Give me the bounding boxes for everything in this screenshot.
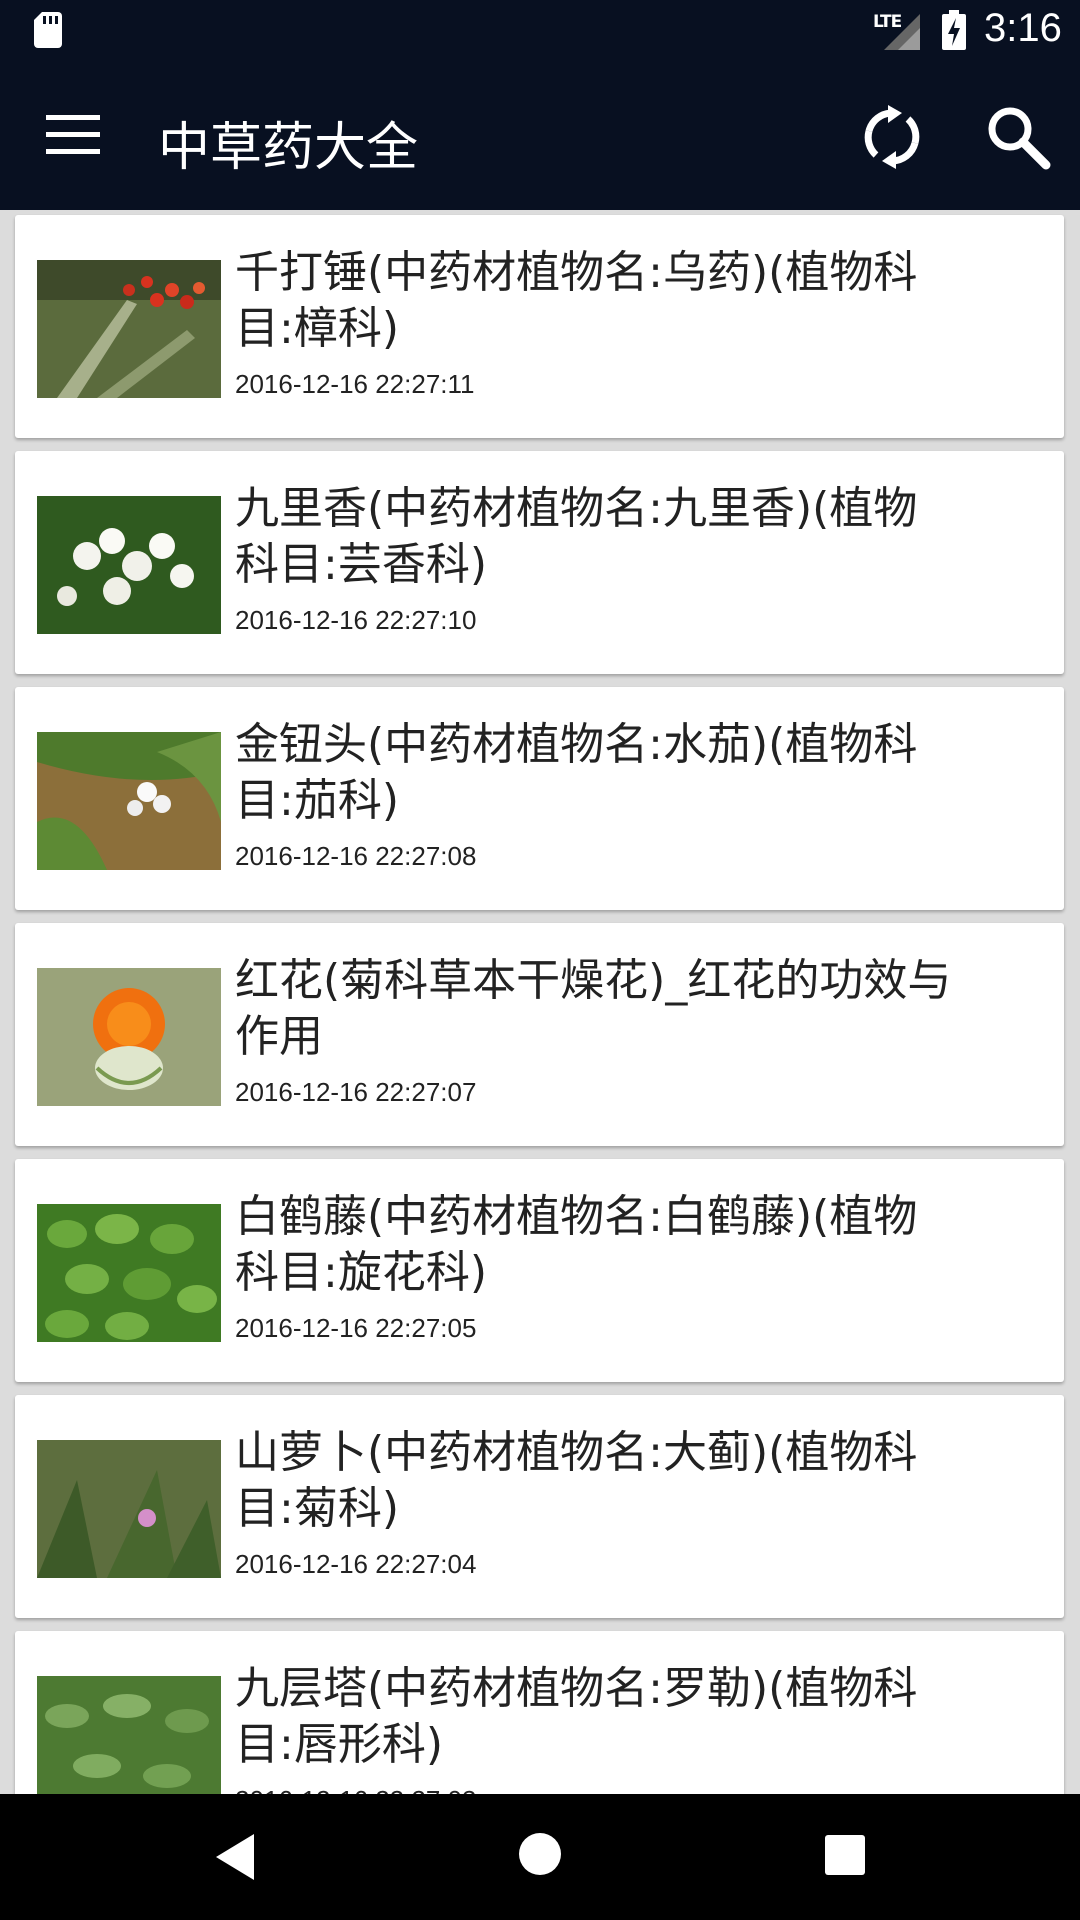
herb-thumbnail [37,1676,221,1794]
herb-thumbnail [37,496,221,634]
home-icon[interactable] [518,1832,562,1876]
herb-thumbnail [37,260,221,398]
herb-thumbnail [37,1204,221,1342]
status-clock: 3:16 [984,6,1062,50]
herb-title: 金钮头(中药材植物名:水茄)(植物科目:茄科) [235,719,918,826]
cell-signal-icon [884,14,920,50]
herb-thumbnail [37,1440,221,1578]
menu-icon[interactable] [46,115,100,155]
list-item[interactable]: 山萝卜(中药材植物名:大蓟)(植物科目:菊科) 2016-12-16 22:27… [15,1395,1064,1618]
sd-card-icon [34,12,62,48]
herb-date: 2016-12-16 22:27:04 [235,1549,477,1579]
herb-title: 千打锤(中药材植物名:乌药)(植物科目:樟科) [235,247,918,354]
app-toolbar: 中草药大全 [0,63,1080,210]
list-item[interactable]: 千打锤(中药材植物名:乌药)(植物科目:樟科) 2016-12-16 22:27… [15,215,1064,438]
herb-date: 2016-12-16 22:27:10 [235,605,477,635]
herb-date: 2016-12-16 22:27:05 [235,1313,477,1343]
list-item[interactable]: 九层塔(中药材植物名:罗勒)(植物科目:唇形科) 2016-12-16 22:2… [15,1631,1064,1794]
list-item[interactable]: 红花(菊科草本干燥花)_红花的功效与作用 2016-12-16 22:27:07 [15,923,1064,1146]
refresh-icon[interactable] [858,103,926,171]
herb-thumbnail [37,732,221,870]
herb-title: 山萝卜(中药材植物名:大蓟)(植物科目:菊科) [235,1427,918,1534]
herb-list[interactable]: 千打锤(中药材植物名:乌药)(植物科目:樟科) 2016-12-16 22:27… [0,210,1080,1794]
herb-title: 九里香(中药材植物名:九里香)(植物科目:芸香科) [235,483,918,590]
herb-title: 九层塔(中药材植物名:罗勒)(植物科目:唇形科) [235,1663,918,1770]
herb-title: 红花(菊科草本干燥花)_红花的功效与作用 [235,955,952,1062]
herb-date: 2016-12-16 22:27:07 [235,1077,477,1107]
list-item[interactable]: 九里香(中药材植物名:九里香)(植物科目:芸香科) 2016-12-16 22:… [15,451,1064,674]
herb-thumbnail [37,968,221,1106]
list-item[interactable]: 金钮头(中药材植物名:水茄)(植物科目:茄科) 2016-12-16 22:27… [15,687,1064,910]
search-icon[interactable] [984,103,1052,171]
list-item[interactable]: 白鹤藤(中药材植物名:白鹤藤)(植物科目:旋花科) 2016-12-16 22:… [15,1159,1064,1382]
battery-charging-icon [942,10,966,50]
back-icon[interactable] [212,1832,260,1882]
herb-title: 白鹤藤(中药材植物名:白鹤藤)(植物科目:旋花科) [235,1191,918,1298]
herb-date: 2016-12-16 22:27:08 [235,841,477,871]
app-title: 中草药大全 [158,118,419,178]
system-nav-bar [0,1794,1080,1920]
herb-date: 2016-12-16 22:27:03 [235,1785,476,1794]
herb-date: 2016-12-16 22:27:11 [235,369,475,399]
recents-icon[interactable] [824,1834,866,1876]
status-bar: LTE 3:16 [0,0,1080,63]
